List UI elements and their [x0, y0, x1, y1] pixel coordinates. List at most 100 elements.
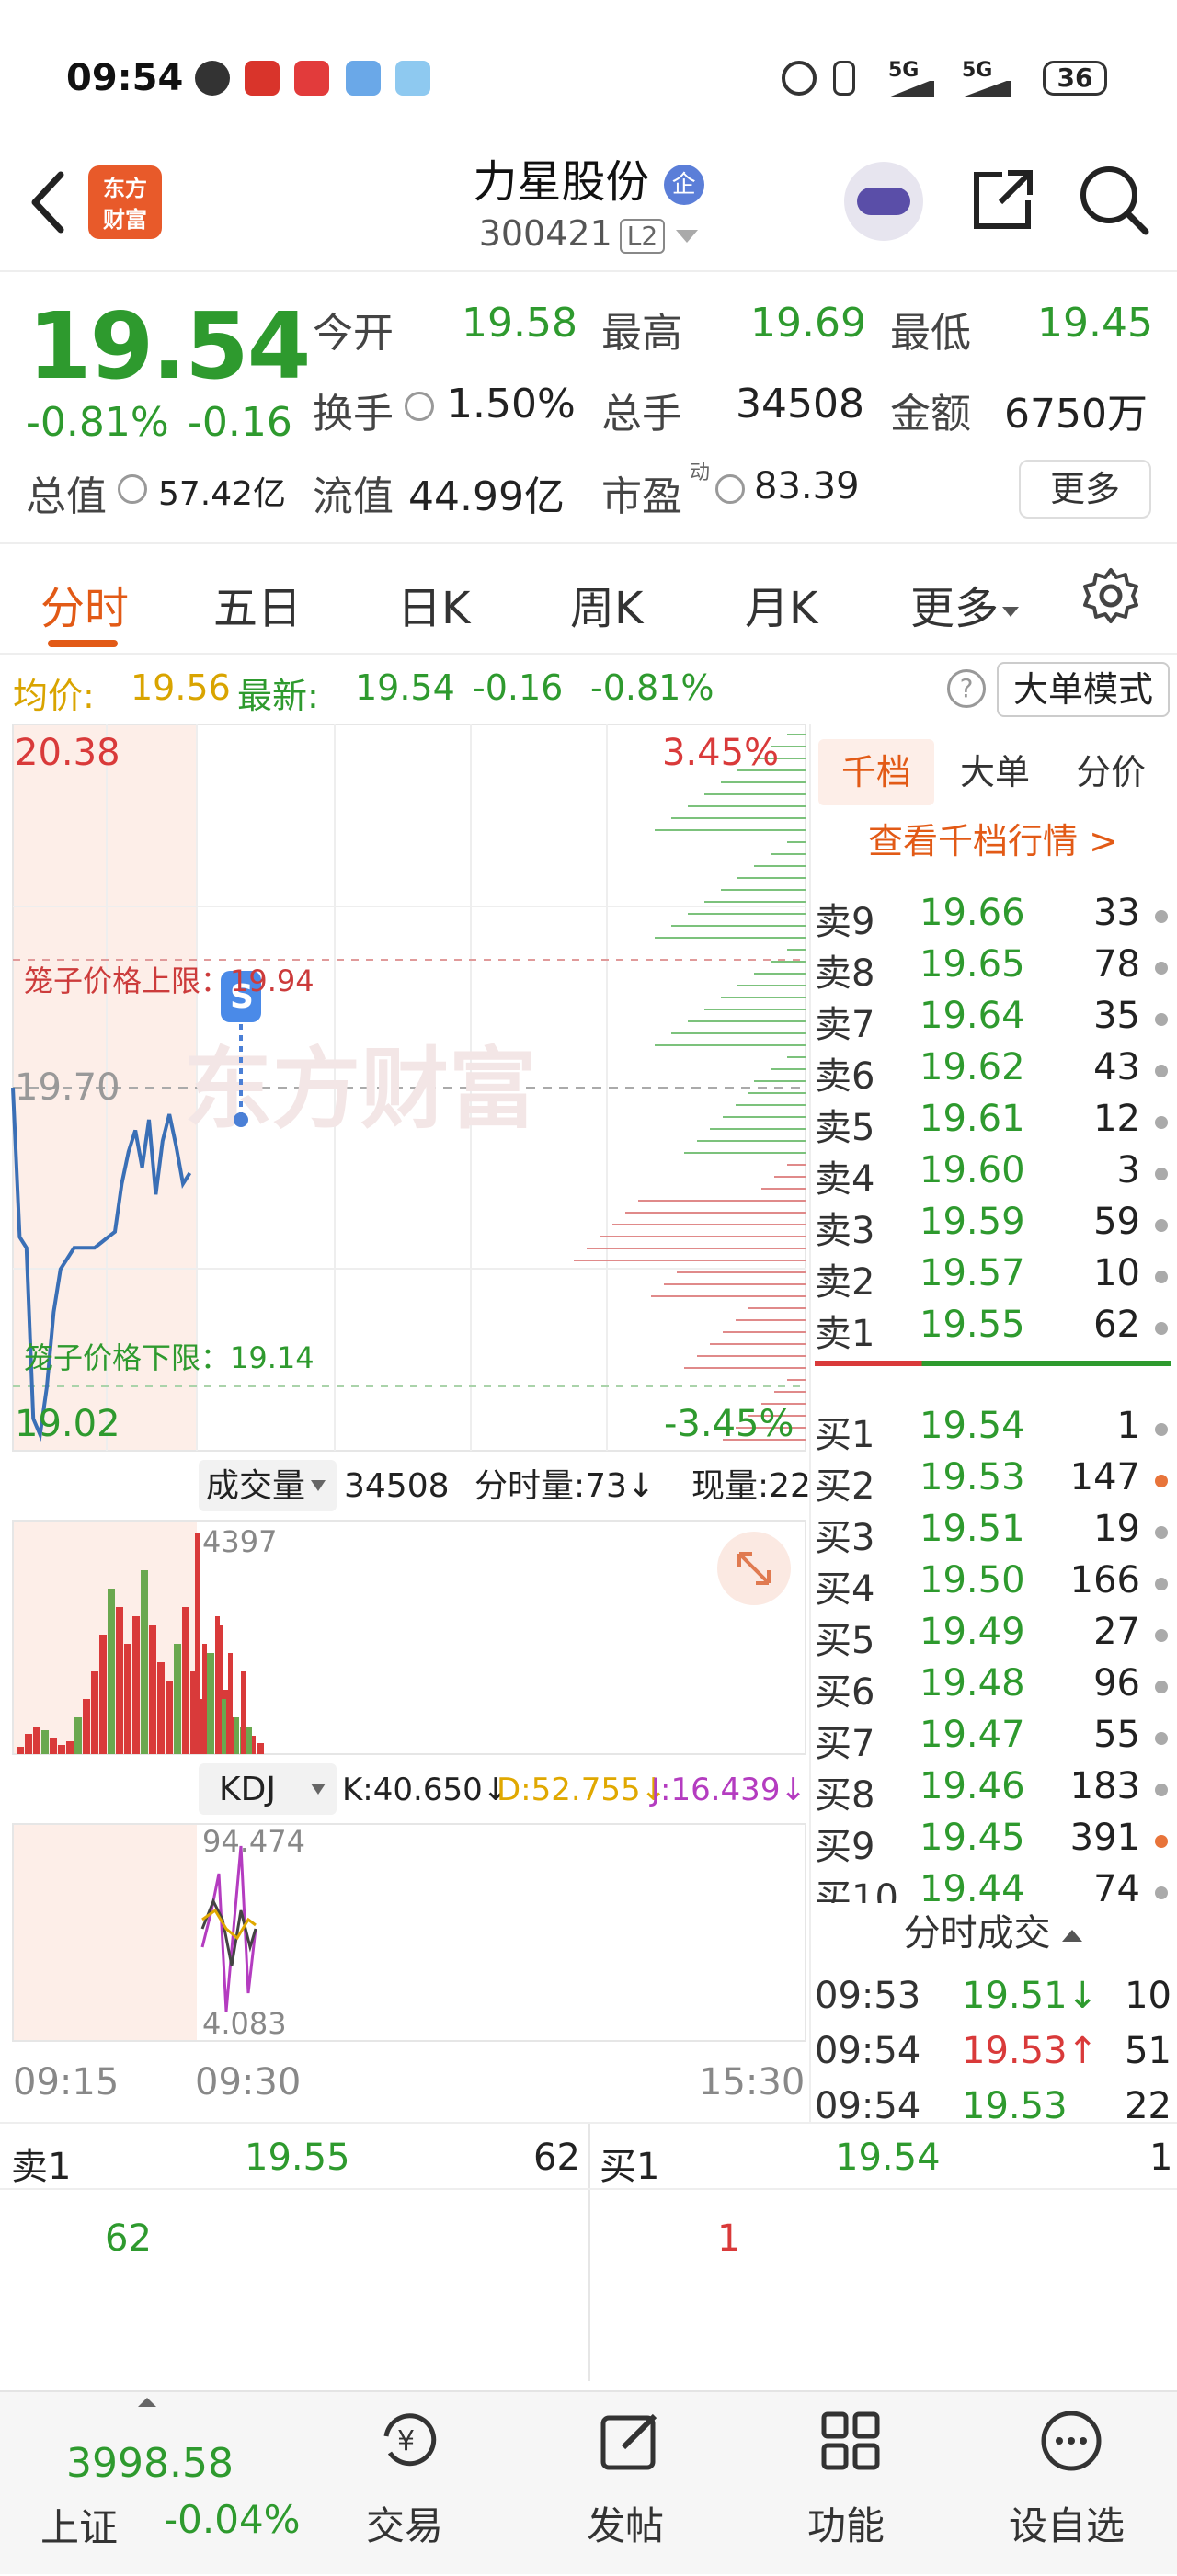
- tab-more-label: 更多: [910, 583, 1000, 634]
- market-cap-value: 57.42亿: [158, 475, 287, 513]
- intraday-chart[interactable]: 东方财富 S 20.38 3.45% 19.70 笼子价格上限：19.94 笼子…: [0, 724, 811, 2122]
- ask-row[interactable]: 卖5 19.61 12: [815, 1098, 1171, 1149]
- tab-big-order[interactable]: 大单: [940, 739, 1050, 805]
- tab-daily-k[interactable]: 日K: [397, 572, 470, 636]
- bid-row[interactable]: 买2 19.53 147: [815, 1456, 1171, 1508]
- depth-bar: [671, 925, 806, 927]
- search-icon[interactable]: [1076, 162, 1153, 239]
- info-icon[interactable]: [118, 474, 147, 504]
- tab-price-dist[interactable]: 分价: [1056, 739, 1166, 805]
- index-ticker[interactable]: 3998.58 上证 -0.04%: [0, 2392, 331, 2576]
- low-label: 最低: [890, 310, 971, 357]
- kdj-d-value: D:52.755↓: [497, 1772, 667, 1808]
- chart-svg: 东方财富 S 20.38 3.45% 19.70 笼子价格上限：19.94 笼子…: [11, 724, 811, 2103]
- amount-value: 6750万: [1004, 391, 1148, 438]
- tab-intraday[interactable]: 分时: [40, 572, 129, 636]
- bid-row[interactable]: 买6 19.48 96: [815, 1662, 1171, 1714]
- order-dot-icon: [1155, 1322, 1168, 1335]
- depth-bar: [723, 1331, 806, 1333]
- volume-bar: [33, 1727, 40, 1754]
- view-thousand-level-link[interactable]: 查看千档行情 >: [868, 813, 1118, 863]
- change-amount: -0.16: [188, 399, 292, 446]
- bid-row[interactable]: 买1 19.54 1: [815, 1405, 1171, 1456]
- ask-price: 19.57: [920, 1252, 1025, 1294]
- depth-bar: [787, 1379, 806, 1381]
- market-cap-label: 总值: [26, 473, 107, 520]
- help-icon[interactable]: ?: [947, 669, 986, 708]
- depth-bar: [721, 781, 806, 783]
- ask-volume: 62: [1093, 1304, 1140, 1346]
- order-dot-icon: [1155, 1065, 1168, 1077]
- bid-row[interactable]: 买4 19.50 166: [815, 1559, 1171, 1611]
- depth-bar: [677, 1271, 806, 1273]
- ask-row[interactable]: 卖1 19.55 62: [815, 1304, 1171, 1355]
- ask-level-label: 卖6: [815, 1055, 875, 1098]
- ask-volume: 10: [1093, 1252, 1140, 1294]
- volume-bar: [141, 1570, 148, 1754]
- ask-row[interactable]: 卖4 19.60 3: [815, 1149, 1171, 1201]
- info-icon[interactable]: [405, 392, 434, 421]
- depth-bar: [688, 913, 806, 915]
- depth-bar: [710, 1128, 806, 1130]
- order-dot-icon: [1155, 1629, 1168, 1642]
- tab-five-day[interactable]: 五日: [213, 572, 302, 636]
- volume-bar: [202, 1644, 207, 1754]
- volume-bar: [166, 1681, 173, 1754]
- battery-indicator: 36: [1043, 61, 1107, 96]
- tab-more[interactable]: 更多: [910, 572, 1020, 636]
- low-value: 19.45: [1037, 300, 1153, 347]
- bid-price: 19.50: [920, 1559, 1025, 1601]
- volume-bar: [108, 1589, 115, 1754]
- status-time: 09:54: [66, 57, 184, 99]
- bottom-price-label: 19.02: [15, 1403, 120, 1445]
- tab-monthly-k[interactable]: 月K: [745, 572, 817, 636]
- tick-row: 09:53 19.51↓ 10: [815, 1975, 1171, 2026]
- volume-bar: [66, 1741, 74, 1754]
- volume-bar: [17, 1747, 24, 1754]
- ticks-title[interactable]: 分时成交: [809, 1903, 1177, 1956]
- volume-bar: [149, 1625, 156, 1754]
- depth-bar: [737, 877, 806, 879]
- order-dot-icon: [1155, 962, 1168, 975]
- bid-price: 19.48: [920, 1662, 1025, 1704]
- more-button[interactable]: 更多: [1019, 460, 1151, 519]
- ask-row[interactable]: 卖6 19.62 43: [815, 1046, 1171, 1098]
- nav-watchlist[interactable]: 设自选: [984, 2392, 1149, 2576]
- ask-level-label: 卖1: [815, 1313, 875, 1355]
- depth-bar: [651, 1295, 806, 1297]
- quote-panel: 19.54 -0.81% -0.16 今开 19.58 最高 19.69 最低 …: [0, 272, 1177, 544]
- order-dot-icon: [1155, 1681, 1168, 1693]
- info-icon[interactable]: [715, 474, 745, 504]
- depth-bar: [736, 1319, 806, 1321]
- depth-bar: [612, 1224, 806, 1225]
- bid-row[interactable]: 买9 19.45 391: [815, 1817, 1171, 1868]
- nav-trade[interactable]: ¥ 交易: [322, 2392, 487, 2576]
- ask-row[interactable]: 卖8 19.65 78: [815, 943, 1171, 995]
- volume-bar: [174, 1644, 181, 1754]
- depth-bar: [736, 1104, 806, 1106]
- nav-features[interactable]: 功能: [763, 2392, 929, 2576]
- share-icon[interactable]: [966, 164, 1039, 237]
- settings-gear-icon[interactable]: [1081, 566, 1140, 625]
- tab-thousand-level[interactable]: 千档: [818, 739, 934, 805]
- bid-row[interactable]: 买3 19.51 19: [815, 1508, 1171, 1559]
- bid-row[interactable]: 买8 19.46 183: [815, 1765, 1171, 1817]
- ask-row[interactable]: 卖9 19.66 33: [815, 892, 1171, 943]
- volume-bar: [74, 1717, 82, 1754]
- nav-post[interactable]: 发帖: [543, 2392, 708, 2576]
- depth-bar: [704, 1009, 806, 1010]
- bid-row[interactable]: 买7 19.47 55: [815, 1714, 1171, 1765]
- ask-row[interactable]: 卖7 19.64 35: [815, 995, 1171, 1046]
- ask-row[interactable]: 卖3 19.59 59: [815, 1201, 1171, 1252]
- order-dot-icon: [1155, 1013, 1168, 1026]
- level2-badge: L2: [619, 218, 666, 254]
- bid-row[interactable]: 买5 19.49 27: [815, 1611, 1171, 1662]
- float-cap-value: 44.99亿: [408, 473, 565, 520]
- depth-bar: [688, 1020, 806, 1022]
- assistant-avatar[interactable]: [844, 162, 923, 241]
- high-value: 19.69: [750, 300, 866, 347]
- big-order-mode-button[interactable]: 大单模式: [997, 662, 1170, 717]
- tab-weekly-k[interactable]: 周K: [570, 572, 643, 636]
- ask-row[interactable]: 卖2 19.57 10: [815, 1252, 1171, 1304]
- index-name: 上证: [40, 2505, 119, 2550]
